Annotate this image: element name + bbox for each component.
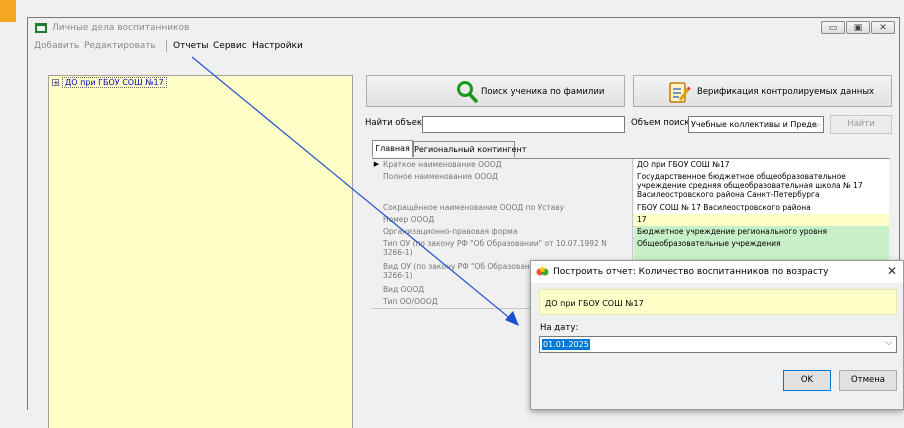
dialog-title-bar: Построить отчет: Количество воспитаннико… <box>531 261 903 283</box>
search-student-button[interactable]: Поиск ученика по фамилии <box>366 75 625 107</box>
property-name: Сокращённое наименование ОООД по Уставу <box>381 202 633 214</box>
checklist-edit-icon <box>669 82 691 103</box>
property-value[interactable]: ДО при ГБОУ СОШ №17 <box>634 159 889 171</box>
dialog-org-name: ДО при ГБОУ СОШ №17 <box>545 299 644 308</box>
date-label: На дату: <box>540 323 579 333</box>
menu-service[interactable]: Сервис <box>213 41 247 51</box>
find-object-input[interactable] <box>422 116 625 133</box>
find-object-label: Найти объект <box>365 118 428 128</box>
minimize-button[interactable]: ▭ <box>821 21 845 34</box>
menu-add[interactable]: Добавить <box>34 41 79 51</box>
property-value[interactable]: Общеобразовательные учреждения <box>634 238 889 261</box>
menu-settings[interactable]: Настройки <box>252 41 303 51</box>
verify-data-button[interactable]: Верификация контролируемых данных <box>633 75 892 107</box>
property-value[interactable]: ГБОУ СОШ № 17 Василеостровского района <box>634 202 889 214</box>
date-value: 01.01.2025 <box>542 339 590 350</box>
window-title: Личные дела воспитанников <box>52 23 190 33</box>
search-scope-label: Объем поиска <box>631 118 695 128</box>
corner-accent <box>0 0 16 22</box>
verify-data-label: Верификация контролируемых данных <box>697 87 875 97</box>
property-row[interactable]: Тип ОУ (по закону РФ "Об Образовании" от… <box>372 238 889 262</box>
chevron-down-icon: ⌵ <box>813 120 820 129</box>
app-icon <box>536 267 549 276</box>
menu-separator <box>166 40 167 52</box>
maximize-icon: ▣ <box>853 23 863 33</box>
cancel-button[interactable]: Отмена <box>839 370 897 391</box>
tree-item-root[interactable]: ДО при ГБОУ СОШ №17 <box>62 77 167 88</box>
property-name: Полное наименование ОООД <box>381 171 633 202</box>
menu-reports[interactable]: Отчеты <box>173 41 209 51</box>
tab-main[interactable]: Главная <box>372 140 413 157</box>
property-value[interactable]: Бюджетное учреждение регионального уровн… <box>634 226 889 238</box>
dialog-body: ДО при ГБОУ СОШ №17 На дату: 01.01.2025 … <box>531 283 903 411</box>
close-icon: ✕ <box>879 23 887 33</box>
dialog-title: Построить отчет: Количество воспитаннико… <box>553 267 829 277</box>
window-icon <box>35 23 47 33</box>
find-button[interactable]: Найти <box>830 115 892 134</box>
menu-edit[interactable]: Редактировать <box>84 41 156 51</box>
property-name: Тип ОУ (по закону РФ "Об Образовании" от… <box>381 238 633 261</box>
property-row[interactable]: Полное наименование ОООД Государственное … <box>372 171 889 203</box>
maximize-button[interactable]: ▣ <box>846 21 870 34</box>
dialog-org-box: ДО при ГБОУ СОШ №17 <box>539 289 897 315</box>
search-icon <box>457 81 478 103</box>
expand-icon[interactable]: + <box>52 79 59 87</box>
chevron-down-icon: ⌵ <box>885 338 892 348</box>
property-name: Номер ОООД <box>381 214 633 226</box>
property-name: Организационно-правовая форма <box>381 226 633 238</box>
date-select[interactable]: 01.01.2025 ⌵ <box>539 336 897 353</box>
property-value[interactable]: Государственное бюджетное общеобразовате… <box>634 171 889 202</box>
close-button[interactable]: ✕ <box>871 21 895 34</box>
menu-bar: Добавить Редактировать Отчеты Сервис Нас… <box>28 38 899 54</box>
tab-regional[interactable]: Региональный контингент <box>413 141 526 157</box>
report-dialog: Построить отчет: Количество воспитаннико… <box>530 260 904 410</box>
property-name: Краткое наименование ОООД <box>381 159 633 171</box>
title-bar: Личные дела воспитанников ▭ ▣ ✕ <box>28 18 899 38</box>
ok-button[interactable]: OK <box>783 370 831 391</box>
property-value[interactable]: 17 <box>634 214 889 226</box>
search-student-label: Поиск ученика по фамилии <box>481 87 605 97</box>
search-scope-value: Учебные коллективы и Преде <box>691 120 817 129</box>
org-tree-panel: + ДО при ГБОУ СОШ №17 <box>48 75 353 428</box>
dialog-close-icon[interactable]: ✕ <box>887 264 897 278</box>
search-scope-select[interactable]: Учебные коллективы и Преде ⌵ <box>688 116 824 133</box>
minimize-icon: ▭ <box>828 23 838 33</box>
